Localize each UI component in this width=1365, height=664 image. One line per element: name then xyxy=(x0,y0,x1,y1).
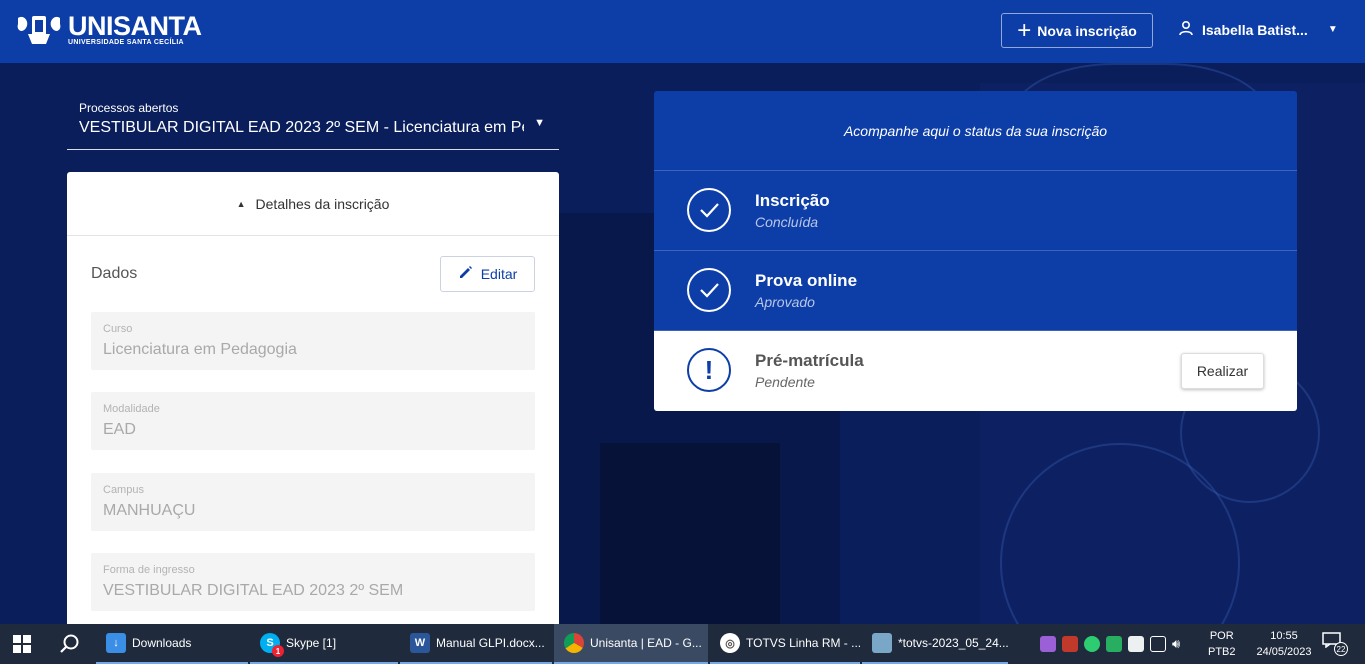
step-online-exam: Prova online Aprovado xyxy=(654,251,1297,331)
step-title: Pré-matrícula xyxy=(755,351,864,370)
step-state: Pendente xyxy=(755,374,815,390)
taskbar-app-skype[interactable]: S1 Skype [1] xyxy=(250,624,398,664)
chevron-down-icon: ▼ xyxy=(534,117,545,129)
user-menu[interactable]: Isabella Batist... ▼ xyxy=(1178,20,1338,39)
exclamation-icon: ! xyxy=(687,348,731,392)
taskbar-app-label: Manual GLPI.docx... xyxy=(436,636,545,650)
pencil-icon xyxy=(458,265,473,283)
campus-field: Campus MANHUAÇU xyxy=(91,473,535,531)
check-icon xyxy=(687,188,731,232)
taskbar-app-word[interactable]: W Manual GLPI.docx... xyxy=(400,624,552,664)
keyboard-layout: PTB2 xyxy=(1208,646,1236,658)
registration-status-panel: Acompanhe aqui o status da sua inscrição… xyxy=(654,91,1297,411)
logo-title: UNISANTA xyxy=(68,11,202,41)
tool-icon[interactable] xyxy=(1062,636,1078,652)
windows-logo-icon xyxy=(13,635,31,653)
taskbar-search-button[interactable] xyxy=(44,624,96,664)
taskbar-clock[interactable]: 10:55 24/05/2023 xyxy=(1256,628,1312,660)
realizar-button[interactable]: Realizar xyxy=(1181,353,1264,389)
language-indicator[interactable]: POR PTB2 xyxy=(1208,628,1236,660)
sync-icon[interactable] xyxy=(1106,636,1122,652)
step-title: Inscrição xyxy=(755,191,830,210)
totvs-icon: ◎ xyxy=(720,633,740,653)
process-select-value: VESTIBULAR DIGITAL EAD 2023 2º SEM - Lic… xyxy=(79,119,524,136)
new-registration-button[interactable]: + Nova inscrição xyxy=(1001,13,1153,48)
status-heading: Acompanhe aqui o status da sua inscrição xyxy=(654,91,1297,171)
notification-center-button[interactable]: 22 xyxy=(1322,632,1348,656)
registration-details-card: ▲ Detalhes da inscrição Dados Editar Cur… xyxy=(67,172,559,632)
taskbar-app-label: *totvs-2023_05_24... xyxy=(898,636,1008,650)
step-pre-enrollment: ! Pré-matrícula Pendente Realizar xyxy=(654,331,1297,411)
unisanta-logo[interactable]: UNISANTA UNIVERSIDADE SANTA CECÍLIA xyxy=(14,12,202,48)
notification-count: 22 xyxy=(1334,642,1348,656)
user-name: Isabella Batist... xyxy=(1202,21,1308,38)
edit-button[interactable]: Editar xyxy=(440,256,535,292)
system-tray: 🔊︎ xyxy=(1040,624,1180,664)
section-title: Dados xyxy=(91,265,138,282)
notepad-icon xyxy=(872,633,892,653)
field-label: Forma de ingresso xyxy=(103,564,195,576)
field-value: MANHUAÇU xyxy=(103,502,196,519)
logo-subtitle: UNIVERSIDADE SANTA CECÍLIA xyxy=(68,39,184,46)
taskbar-app-notepad[interactable]: *totvs-2023_05_24... xyxy=(862,624,1008,664)
clock-time: 10:55 xyxy=(1270,630,1298,642)
volume-icon[interactable]: 🔊︎ xyxy=(1172,636,1180,652)
taskbar-app-totvs[interactable]: ◎ TOTVS Linha RM - ... xyxy=(710,624,860,664)
check-icon xyxy=(687,268,731,312)
field-label: Modalidade xyxy=(103,403,160,415)
chrome-icon xyxy=(564,633,584,653)
notification-badge: 1 xyxy=(272,645,284,657)
step-state: Aprovado xyxy=(755,294,815,310)
word-icon: W xyxy=(410,633,430,653)
logo-emblem-icon xyxy=(14,12,64,48)
course-field: Curso Licenciatura em Pedagogia xyxy=(91,312,535,370)
taskbar-app-label: TOTVS Linha RM - ... xyxy=(746,636,860,650)
top-navbar: UNISANTA UNIVERSIDADE SANTA CECÍLIA + No… xyxy=(0,0,1365,63)
process-select[interactable]: Processos abertos VESTIBULAR DIGITAL EAD… xyxy=(67,96,559,150)
modality-field: Modalidade EAD xyxy=(91,392,535,450)
new-registration-label: Nova inscrição xyxy=(1037,22,1137,39)
user-icon xyxy=(1178,20,1194,39)
download-icon: ↓ xyxy=(106,633,126,653)
step-registration: Inscrição Concluída xyxy=(654,171,1297,251)
step-state: Concluída xyxy=(755,214,819,230)
details-toggle[interactable]: ▲ Detalhes da inscrição xyxy=(67,172,559,236)
chevron-up-icon: ▲ xyxy=(236,198,246,209)
field-label: Campus xyxy=(103,484,144,496)
taskbar-app-label: Unisanta | EAD - G... xyxy=(590,636,702,650)
skype-icon: S1 xyxy=(260,633,284,657)
clock-date: 24/05/2023 xyxy=(1256,646,1312,658)
network-icon[interactable] xyxy=(1150,636,1166,652)
details-toggle-label: Detalhes da inscrição xyxy=(255,195,390,212)
step-title: Prova online xyxy=(755,271,858,290)
field-value: EAD xyxy=(103,421,136,438)
field-label: Curso xyxy=(103,323,133,335)
feather-icon[interactable] xyxy=(1040,636,1056,652)
search-icon xyxy=(60,634,79,653)
field-value: Licenciatura em Pedagogia xyxy=(103,341,297,358)
shield-icon[interactable] xyxy=(1128,636,1144,652)
windows-taskbar: ↓ Downloads S1 Skype [1] W Manual GLPI.d… xyxy=(0,624,1365,664)
taskbar-app-label: Skype [1] xyxy=(286,636,337,650)
taskbar-app-chrome[interactable]: Unisanta | EAD - G... xyxy=(554,624,708,664)
windows-start-button[interactable] xyxy=(0,624,44,664)
taskbar-app-label: Downloads xyxy=(132,636,192,650)
taskbar-app-downloads[interactable]: ↓ Downloads xyxy=(96,624,248,664)
process-select-label: Processos abertos xyxy=(79,101,179,115)
language-code: POR xyxy=(1209,630,1234,642)
admission-type-field: Forma de ingresso VESTIBULAR DIGITAL EAD… xyxy=(91,553,535,611)
field-value: VESTIBULAR DIGITAL EAD 2023 2º SEM xyxy=(103,582,404,599)
plus-icon: + xyxy=(1017,16,1032,44)
chevron-down-icon: ▼ xyxy=(1327,24,1338,35)
data-section-header: Dados Editar xyxy=(67,236,559,312)
status-icon[interactable] xyxy=(1084,636,1100,652)
edit-label: Editar xyxy=(480,266,518,282)
